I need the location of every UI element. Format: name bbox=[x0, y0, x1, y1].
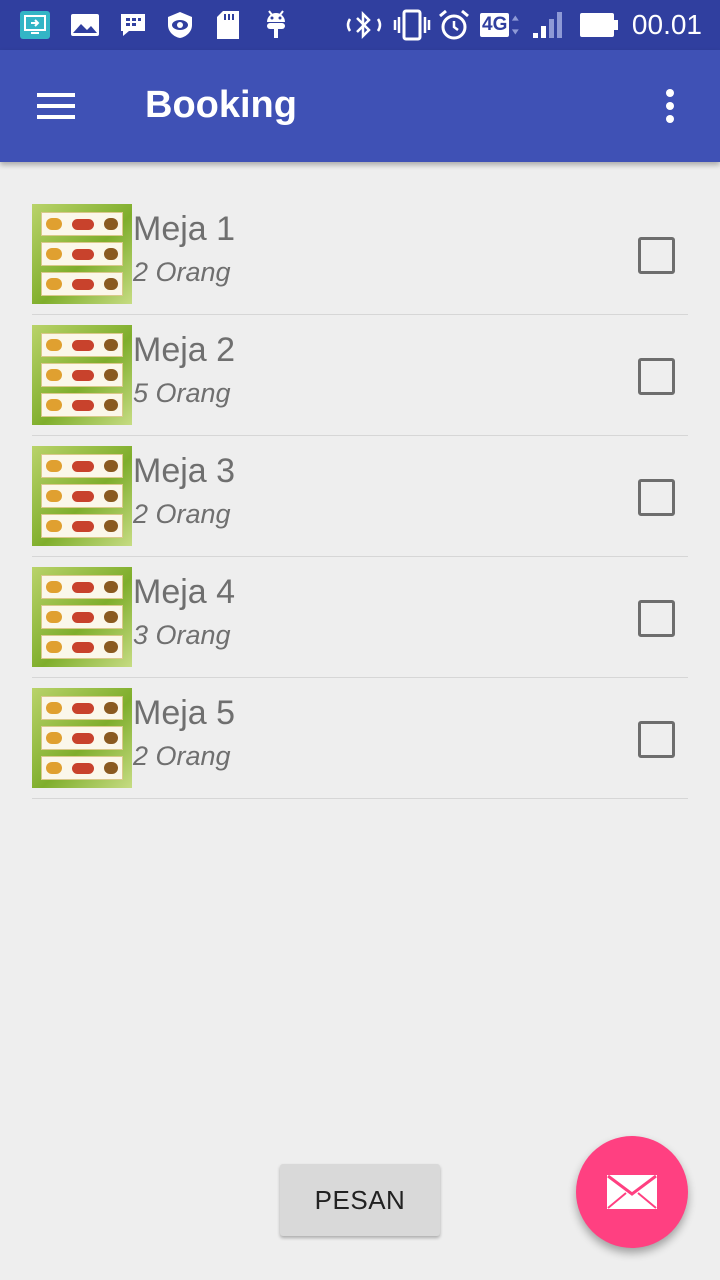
status-bar: 4G 00.01 bbox=[0, 0, 720, 50]
network-4g-icon: 4G bbox=[480, 10, 520, 40]
table-name: Meja 5 bbox=[133, 694, 236, 732]
banner-graphic bbox=[41, 635, 123, 659]
banner-graphic bbox=[41, 393, 123, 417]
banner-graphic bbox=[41, 363, 123, 387]
android-icon bbox=[262, 10, 290, 40]
banner-graphic bbox=[41, 484, 123, 508]
app-bar: Booking bbox=[0, 50, 720, 162]
table-capacity: 2 Orang bbox=[133, 499, 231, 529]
banner-graphic bbox=[41, 514, 123, 538]
banner-graphic bbox=[41, 756, 123, 780]
table-row-3[interactable]: Meja 3 2 Orang bbox=[32, 436, 688, 557]
order-button[interactable]: PESAN bbox=[280, 1164, 440, 1236]
table-capacity: 3 Orang bbox=[133, 620, 231, 650]
table-checkbox[interactable] bbox=[638, 600, 675, 637]
table-checkbox[interactable] bbox=[638, 479, 675, 516]
screen-share-icon bbox=[18, 10, 52, 40]
table-row-2[interactable]: Meja 2 5 Orang bbox=[32, 315, 688, 436]
network-type-label: 4G bbox=[480, 13, 510, 37]
table-row-1[interactable]: Meja 1 2 Orang bbox=[32, 194, 688, 315]
bluetooth-icon bbox=[342, 10, 386, 40]
fast-food-thumbnail bbox=[32, 567, 132, 667]
status-time: 00.01 bbox=[631, 9, 702, 40]
overflow-menu-button[interactable] bbox=[640, 76, 700, 136]
gallery-icon bbox=[68, 10, 102, 40]
table-capacity: 2 Orang bbox=[133, 257, 231, 287]
banner-graphic bbox=[41, 212, 123, 236]
email-fab-button[interactable] bbox=[576, 1136, 688, 1248]
banner-graphic bbox=[41, 272, 123, 296]
table-checkbox[interactable] bbox=[638, 721, 675, 758]
email-icon bbox=[607, 1174, 657, 1209]
table-checkbox[interactable] bbox=[638, 237, 675, 274]
signal-icon bbox=[530, 10, 566, 40]
alarm-icon bbox=[436, 9, 472, 40]
page-title: Booking bbox=[145, 84, 297, 126]
fast-food-thumbnail bbox=[32, 204, 132, 304]
banner-graphic bbox=[41, 454, 123, 478]
eye-shield-icon bbox=[164, 10, 196, 40]
bbm-icon bbox=[118, 10, 148, 40]
table-row-4[interactable]: Meja 4 3 Orang bbox=[32, 557, 688, 678]
table-list: Meja 1 2 Orang Meja 2 5 Orang Meja 3 2 O… bbox=[32, 194, 688, 799]
menu-icon bbox=[37, 93, 75, 119]
table-row-5[interactable]: Meja 5 2 Orang bbox=[32, 678, 688, 799]
battery-icon bbox=[578, 10, 620, 40]
table-name: Meja 1 bbox=[133, 210, 236, 248]
banner-graphic bbox=[41, 605, 123, 629]
table-capacity: 2 Orang bbox=[133, 741, 231, 771]
fast-food-thumbnail bbox=[32, 446, 132, 546]
banner-graphic bbox=[41, 726, 123, 750]
banner-graphic bbox=[41, 333, 123, 357]
fast-food-thumbnail bbox=[32, 688, 132, 788]
table-name: Meja 4 bbox=[133, 573, 236, 611]
banner-graphic bbox=[41, 575, 123, 599]
sd-card-icon bbox=[214, 10, 242, 40]
banner-graphic bbox=[41, 696, 123, 720]
menu-button[interactable] bbox=[20, 76, 92, 136]
vibrate-icon bbox=[392, 9, 432, 41]
banner-graphic bbox=[41, 242, 123, 266]
table-capacity: 5 Orang bbox=[133, 378, 231, 408]
table-checkbox[interactable] bbox=[638, 358, 675, 395]
table-name: Meja 3 bbox=[133, 452, 236, 490]
more-vert-icon bbox=[666, 89, 674, 123]
fast-food-thumbnail bbox=[32, 325, 132, 425]
table-name: Meja 2 bbox=[133, 331, 236, 369]
